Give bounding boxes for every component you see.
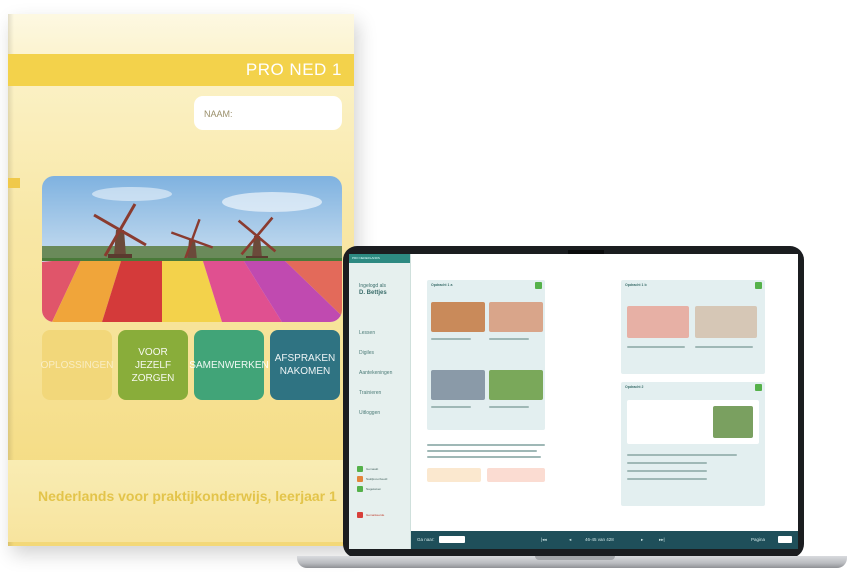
warning-label: Gemarkeerde: [366, 513, 385, 517]
text-line: [627, 462, 707, 464]
tile-voor-jezelf-zorgen: VOOR JEZELF ZORGEN: [118, 330, 188, 400]
text-line: [489, 338, 529, 340]
legend-row-gemaakt: Gemaakt: [357, 464, 387, 474]
book-title: PRO NED 1: [245, 60, 342, 79]
prev-page-icon[interactable]: ◂: [569, 537, 571, 543]
exercise-1a: Opdracht 1 a: [427, 280, 545, 430]
book-subtitle: Nederlands voor praktijkonderwijs, leerj…: [38, 488, 337, 504]
legend-swatch: [357, 466, 363, 472]
photo-cleaning: [489, 302, 543, 332]
exercise-title: Opdracht 2: [625, 385, 644, 389]
app-nav: Lessen Digiles Aantekeningen Trainieren …: [359, 330, 392, 430]
text-line: [627, 346, 685, 348]
check-icon[interactable]: [755, 282, 762, 289]
last-page-icon[interactable]: ▸▸|: [659, 537, 665, 543]
legend-swatch: [357, 476, 363, 482]
laptop-base-groove: [535, 556, 615, 560]
legend-swatch: [357, 486, 363, 492]
nav-item-trainieren[interactable]: Trainieren: [359, 390, 392, 410]
photo-outdoor: [489, 370, 543, 400]
next-page-icon[interactable]: ▸: [641, 537, 643, 543]
highlight-toggle[interactable]: Gemarkeerde: [357, 512, 384, 518]
goto-label: Ga naar:: [417, 537, 435, 542]
legend-label: Gemaakt: [366, 467, 379, 471]
user-name: D. Bettjes: [359, 290, 387, 296]
nav-item-uitloggen[interactable]: Uitloggen: [359, 410, 392, 430]
text-line: [489, 406, 529, 408]
legend-row-nakijkvoorbeeld: Nakijkvoorbeeld: [357, 474, 387, 484]
nav-item-lessen[interactable]: Lessen: [359, 330, 392, 350]
nav-item-digiles[interactable]: Digiles: [359, 350, 392, 370]
text-line: [427, 444, 545, 446]
status-legend: Gemaakt Nakijkvoorbeeld Nagekeken: [357, 464, 387, 494]
app-brand: PRO NEDERLANDS: [349, 254, 410, 263]
text-line: [427, 456, 541, 458]
text-line: [427, 450, 537, 452]
first-page-icon[interactable]: |◂◂: [541, 537, 547, 543]
goto-input[interactable]: [439, 536, 465, 543]
legend-label: Nagekeken: [366, 487, 382, 491]
textbook-cover: PRO NED 1 NAAM: OPLOSSINGEN VOOR JEZELF …: [8, 14, 354, 546]
login-prefix: Ingelogd als: [359, 283, 386, 289]
text-line: [431, 406, 471, 408]
tip-card: [427, 468, 481, 482]
tile-afspraken-nakomen: AFSPRAKEN NAKOMEN: [270, 330, 340, 400]
exercise-1b: Opdracht 1 b: [621, 280, 765, 374]
photo-group: [713, 406, 753, 438]
logged-in-user: Ingelogd als D. Bettjes: [349, 263, 410, 297]
book-side-tab: [8, 178, 20, 188]
windmill-tulip-photo: [42, 176, 342, 322]
text-line: [627, 478, 707, 480]
nav-item-aantekeningen[interactable]: Aantekeningen: [359, 370, 392, 390]
competence-tiles: OPLOSSINGEN VOOR JEZELF ZORGEN SAMENWERK…: [41, 330, 342, 400]
tile-oplossingen: OPLOSSINGEN: [41, 330, 113, 400]
check-icon[interactable]: [535, 282, 542, 289]
zoom-label: Pagina: [751, 537, 766, 542]
app-sidebar: PRO NEDERLANDS Ingelogd als D. Bettjes L…: [349, 254, 411, 549]
zoom-input[interactable]: [778, 536, 792, 543]
legend-row-nagekeken: Nagekeken: [357, 484, 387, 494]
tip-card: [487, 468, 545, 482]
text-line: [695, 346, 753, 348]
laptop-screen: PRO NEDERLANDS Ingelogd als D. Bettjes L…: [349, 254, 798, 549]
warning-icon: [357, 512, 363, 518]
photo-tablet: [695, 306, 757, 338]
photo-children: [627, 306, 689, 338]
photo-homework: [431, 370, 485, 400]
tile-samenwerken: SAMENWERKEN: [189, 330, 269, 400]
book-title-band: PRO NED 1: [8, 54, 354, 86]
text-line: [627, 470, 707, 472]
name-field: NAAM:: [194, 96, 342, 130]
exercise-title: Opdracht 1 b: [625, 283, 647, 287]
exercise-title: Opdracht 1 a: [431, 283, 453, 287]
check-icon[interactable]: [755, 384, 762, 391]
text-line: [431, 338, 471, 340]
photo-kids-playing: [431, 302, 485, 332]
page-right: Opdracht 1 b Opdracht 2: [617, 272, 797, 520]
page-left: Opdracht 1 a: [423, 272, 603, 520]
page-navigation-bar: Ga naar: |◂◂ ◂ 46-45 van 428 ▸ ▸▸| Pagin…: [411, 531, 798, 549]
page-indicator: 46-45 van 428: [585, 537, 614, 542]
legend-label: Nakijkvoorbeeld: [366, 477, 388, 481]
text-line: [627, 454, 737, 456]
exercise-2: Opdracht 2: [621, 382, 765, 506]
